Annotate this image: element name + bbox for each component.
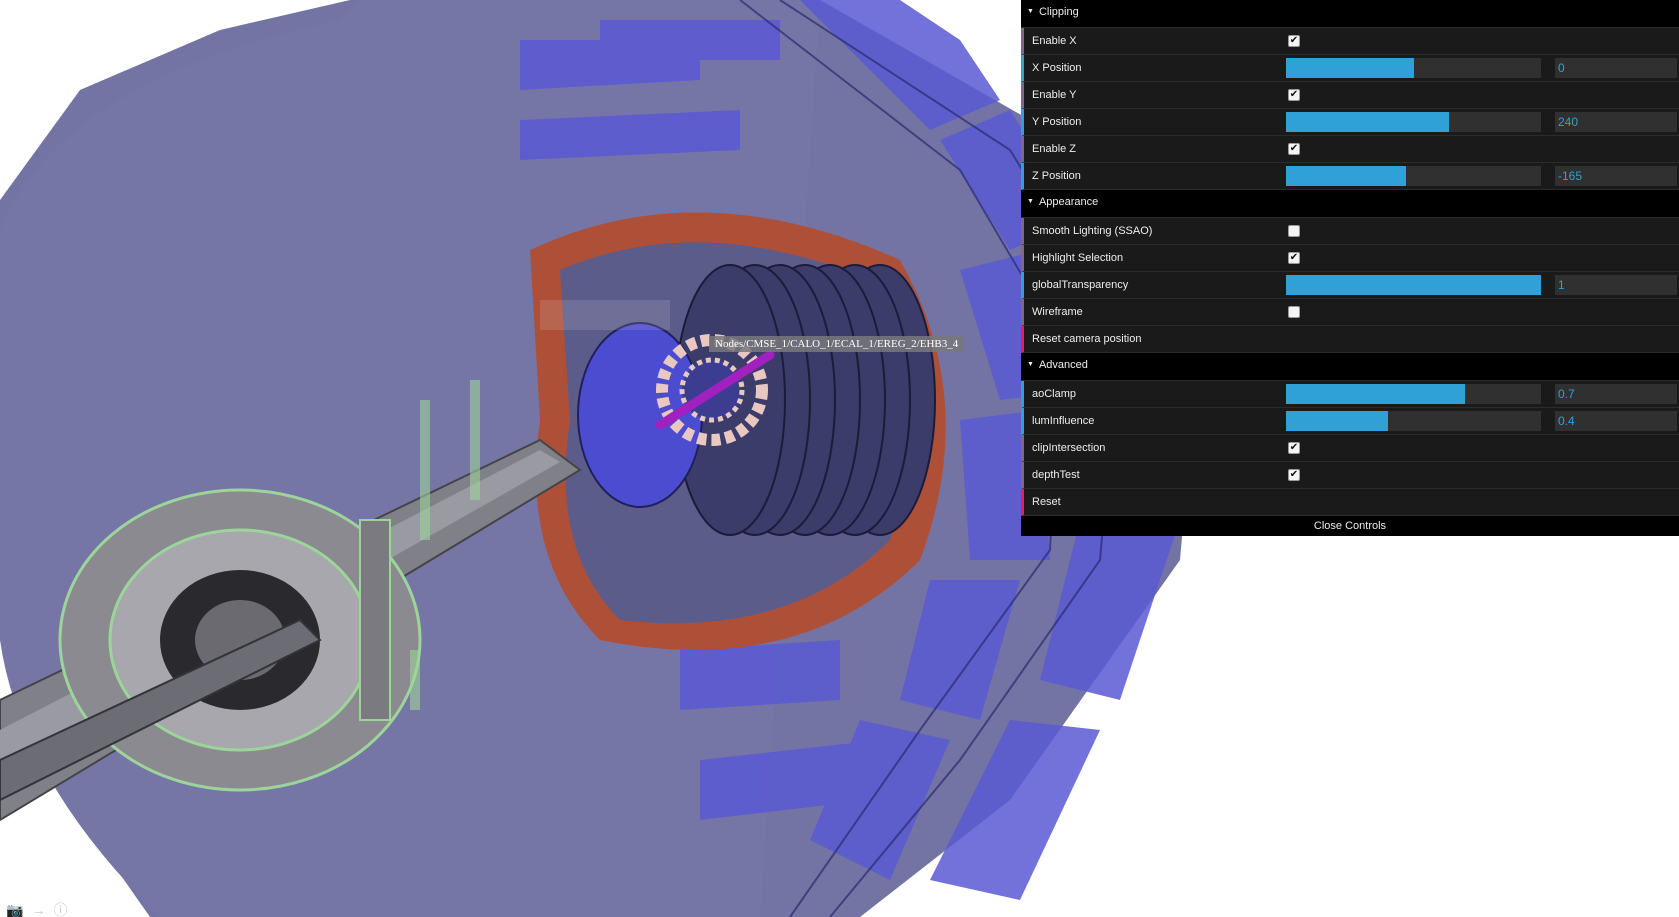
folder-title-label: Advanced [1038, 359, 1088, 371]
control-label: Enable Y [1032, 89, 1077, 101]
chevron-down-icon: ▼ [1027, 8, 1034, 16]
control-row-highlight-selection: Highlight Selection ✔ [1021, 245, 1679, 272]
control-label: X Position [1032, 62, 1082, 74]
bottom-toolbar: 📷 → ⓘ [6, 903, 67, 917]
folder-clipping[interactable]: ▼ Clipping [1021, 0, 1679, 28]
control-row-wireframe: Wireframe [1021, 299, 1679, 326]
folder-title-label: Appearance [1038, 196, 1099, 208]
control-label: globalTransparency [1032, 279, 1129, 291]
control-label: lumInfluence [1032, 415, 1095, 427]
slider-fill [1286, 58, 1414, 78]
control-label: Y Position [1032, 116, 1082, 128]
folder-advanced[interactable]: ▼ Advanced [1021, 353, 1679, 381]
globaltransparency-value-input[interactable] [1555, 275, 1677, 295]
control-row-z-position: Z Position [1021, 163, 1679, 190]
camera-icon[interactable]: 📷 [6, 903, 23, 917]
control-row-x-position: X Position [1021, 55, 1679, 82]
control-row-y-position: Y Position [1021, 109, 1679, 136]
control-row-enable-z: Enable Z ✔ [1021, 136, 1679, 163]
control-label: clipIntersection [1032, 442, 1106, 454]
depthtest-checkbox[interactable]: ✔ [1288, 469, 1300, 481]
luminfluence-value-input[interactable] [1555, 411, 1677, 431]
control-row-smooth-lighting-ssao: Smooth Lighting (SSAO) [1021, 218, 1679, 245]
folder-appearance[interactable]: ▼ Appearance [1021, 190, 1679, 218]
selection-tooltip: Nodes/CMSE_1/CALO_1/ECAL_1/EREG_2/EHB3_4 [709, 336, 965, 352]
control-row-depthtest: depthTest ✔ [1021, 462, 1679, 489]
control-row-enable-y: Enable Y ✔ [1021, 82, 1679, 109]
chevron-down-icon: ▼ [1027, 361, 1034, 369]
luminfluence-slider[interactable] [1286, 411, 1541, 431]
control-label: Wireframe [1032, 306, 1083, 318]
z-position-slider[interactable] [1286, 166, 1541, 186]
folder-title-label: Clipping [1038, 6, 1079, 18]
selected-cell-highlight [540, 300, 670, 330]
enable-y-checkbox[interactable]: ✔ [1288, 89, 1300, 101]
y-position-value-input[interactable] [1555, 112, 1677, 132]
slider-fill [1286, 411, 1388, 431]
control-row-globaltransparency: globalTransparency [1021, 272, 1679, 299]
control-label: Reset [1032, 496, 1061, 508]
control-row-luminfluence: lumInfluence [1021, 408, 1679, 435]
close-controls-button[interactable]: Close Controls [1021, 516, 1679, 536]
smooth-lighting-ssao-checkbox[interactable] [1288, 225, 1300, 237]
controls-panel: ▼ Clipping Enable X ✔ X Position Enable Y ✔ Y P… [1021, 0, 1679, 536]
z-position-value-input[interactable] [1555, 166, 1677, 186]
control-label: Enable X [1032, 35, 1077, 47]
slider-fill [1286, 112, 1450, 132]
slider-fill [1286, 275, 1541, 295]
wireframe-checkbox[interactable] [1288, 306, 1300, 318]
x-position-value-input[interactable] [1555, 58, 1677, 78]
clipintersection-checkbox[interactable]: ✔ [1288, 442, 1300, 454]
y-position-slider[interactable] [1286, 112, 1541, 132]
slider-fill [1286, 166, 1406, 186]
control-label: Enable Z [1032, 143, 1077, 155]
control-label: Z Position [1032, 170, 1081, 182]
help-icon[interactable]: ⓘ [53, 903, 67, 917]
control-row-enable-x: Enable X ✔ [1021, 28, 1679, 55]
globaltransparency-slider[interactable] [1286, 275, 1541, 295]
x-position-slider[interactable] [1286, 58, 1541, 78]
arrow-right-icon[interactable]: → [31, 903, 45, 917]
control-row-clipintersection: clipIntersection ✔ [1021, 435, 1679, 462]
control-label: aoClamp [1032, 388, 1077, 400]
control-label: Highlight Selection [1032, 252, 1124, 264]
aoclamp-slider[interactable] [1286, 384, 1541, 404]
chevron-down-icon: ▼ [1027, 198, 1034, 206]
control-label: Reset camera position [1032, 333, 1142, 345]
control-row-reset[interactable]: Reset [1021, 489, 1679, 516]
control-label: Smooth Lighting (SSAO) [1032, 225, 1153, 237]
slider-fill [1286, 384, 1465, 404]
aoclamp-value-input[interactable] [1555, 384, 1677, 404]
control-row-reset-camera-position[interactable]: Reset camera position [1021, 326, 1679, 353]
control-row-aoclamp: aoClamp [1021, 381, 1679, 408]
highlight-selection-checkbox[interactable]: ✔ [1288, 252, 1300, 264]
control-label: depthTest [1032, 469, 1080, 481]
enable-x-checkbox[interactable]: ✔ [1288, 35, 1300, 47]
enable-z-checkbox[interactable]: ✔ [1288, 143, 1300, 155]
